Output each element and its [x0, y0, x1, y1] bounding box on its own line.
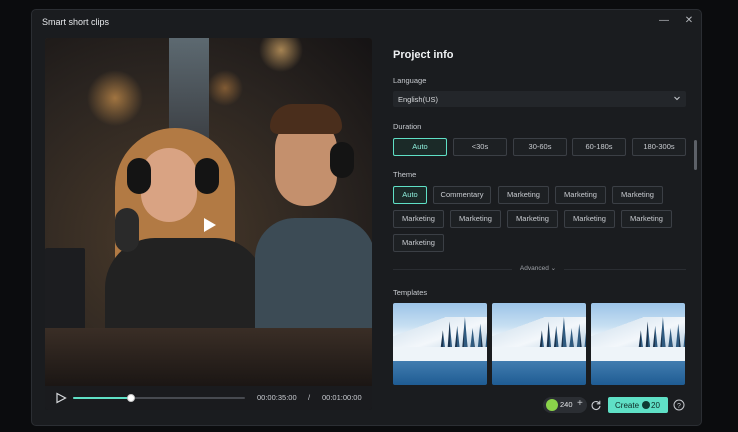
- credit-coin-icon: [642, 401, 650, 409]
- theme-option-marketing[interactable]: Marketing: [393, 234, 444, 252]
- minimize-icon[interactable]: —: [657, 14, 671, 28]
- language-value: English(US): [398, 95, 439, 104]
- chevron-down-icon: ⌄: [550, 265, 557, 272]
- duration-label: Duration: [393, 122, 422, 131]
- duration-option-60-180s[interactable]: 60-180s: [572, 138, 626, 156]
- video-frame[interactable]: [45, 38, 372, 386]
- duration-option-180-300s[interactable]: 180-300s: [632, 138, 686, 156]
- create-cost: 20: [651, 401, 660, 410]
- seek-bar-progress: [73, 397, 132, 399]
- theme-option-auto[interactable]: Auto: [393, 186, 427, 204]
- help-icon[interactable]: ?: [673, 399, 685, 411]
- theme-option-marketing[interactable]: Marketing: [450, 210, 501, 228]
- theme-option-marketing[interactable]: Marketing: [555, 186, 606, 204]
- duration-option-under-30s[interactable]: <30s: [453, 138, 507, 156]
- theme-option-marketing[interactable]: Marketing: [612, 186, 663, 204]
- microphone: [115, 208, 139, 252]
- panel-title: Project info: [393, 49, 454, 61]
- current-time: 00:00:35:00: [257, 393, 297, 402]
- theme-option-marketing[interactable]: Marketing: [498, 186, 549, 204]
- duration-option-30-60s[interactable]: 30-60s: [513, 138, 567, 156]
- time-separator: /: [308, 393, 311, 402]
- headphone-right: [195, 158, 219, 194]
- dialog-title: Smart short clips: [42, 17, 110, 27]
- headphone-left: [127, 158, 151, 194]
- theme-option-marketing[interactable]: Marketing: [564, 210, 615, 228]
- templates-label: Templates: [393, 288, 428, 297]
- total-time: 00:01:00:00: [322, 393, 362, 402]
- refresh-icon[interactable]: [590, 399, 602, 411]
- man-headphone: [330, 142, 354, 178]
- seek-handle[interactable]: [127, 394, 136, 402]
- thumbnail-snow: [492, 347, 586, 361]
- close-icon[interactable]: ✕: [682, 14, 696, 28]
- advanced-toggle[interactable]: Advanced ⌄: [512, 263, 564, 275]
- theme-option-marketing[interactable]: Marketing: [507, 210, 558, 228]
- video-preview: 00:00:35:00 / 00:01:00:00: [45, 38, 372, 410]
- panel-scrollbar[interactable]: [694, 140, 697, 170]
- svg-text:?: ?: [677, 403, 681, 410]
- template-thumbnail[interactable]: [591, 303, 685, 385]
- chevron-down-icon: [674, 96, 680, 101]
- play-icon[interactable]: [55, 392, 67, 404]
- duration-option-auto[interactable]: Auto: [393, 138, 447, 156]
- advanced-label: Advanced: [519, 265, 549, 272]
- thumbnail-snow: [393, 347, 487, 361]
- theme-option-marketing[interactable]: Marketing: [393, 210, 444, 228]
- create-label: Create: [615, 401, 640, 410]
- template-thumbnail[interactable]: [393, 303, 487, 385]
- theme-option-commentary[interactable]: Commentary: [433, 186, 491, 204]
- language-select[interactable]: English(US): [393, 91, 686, 107]
- play-overlay-icon[interactable]: [199, 215, 219, 235]
- theme-option-marketing[interactable]: Marketing: [621, 210, 672, 228]
- player-controls: 00:00:35:00 / 00:01:00:00: [45, 386, 372, 410]
- credit-coin-icon: [546, 399, 558, 411]
- template-thumbnail[interactable]: [492, 303, 586, 385]
- theme-label: Theme: [393, 170, 417, 179]
- language-label: Language: [393, 76, 427, 85]
- man-hair: [270, 104, 342, 134]
- thumbnail-snow: [591, 347, 685, 361]
- create-button[interactable]: Create 20: [608, 397, 668, 413]
- credits-balance[interactable]: 240 +: [543, 397, 587, 413]
- add-credits-icon[interactable]: +: [577, 398, 583, 409]
- desk: [45, 328, 372, 386]
- seek-bar[interactable]: [73, 394, 245, 402]
- credits-value: 240: [560, 400, 573, 409]
